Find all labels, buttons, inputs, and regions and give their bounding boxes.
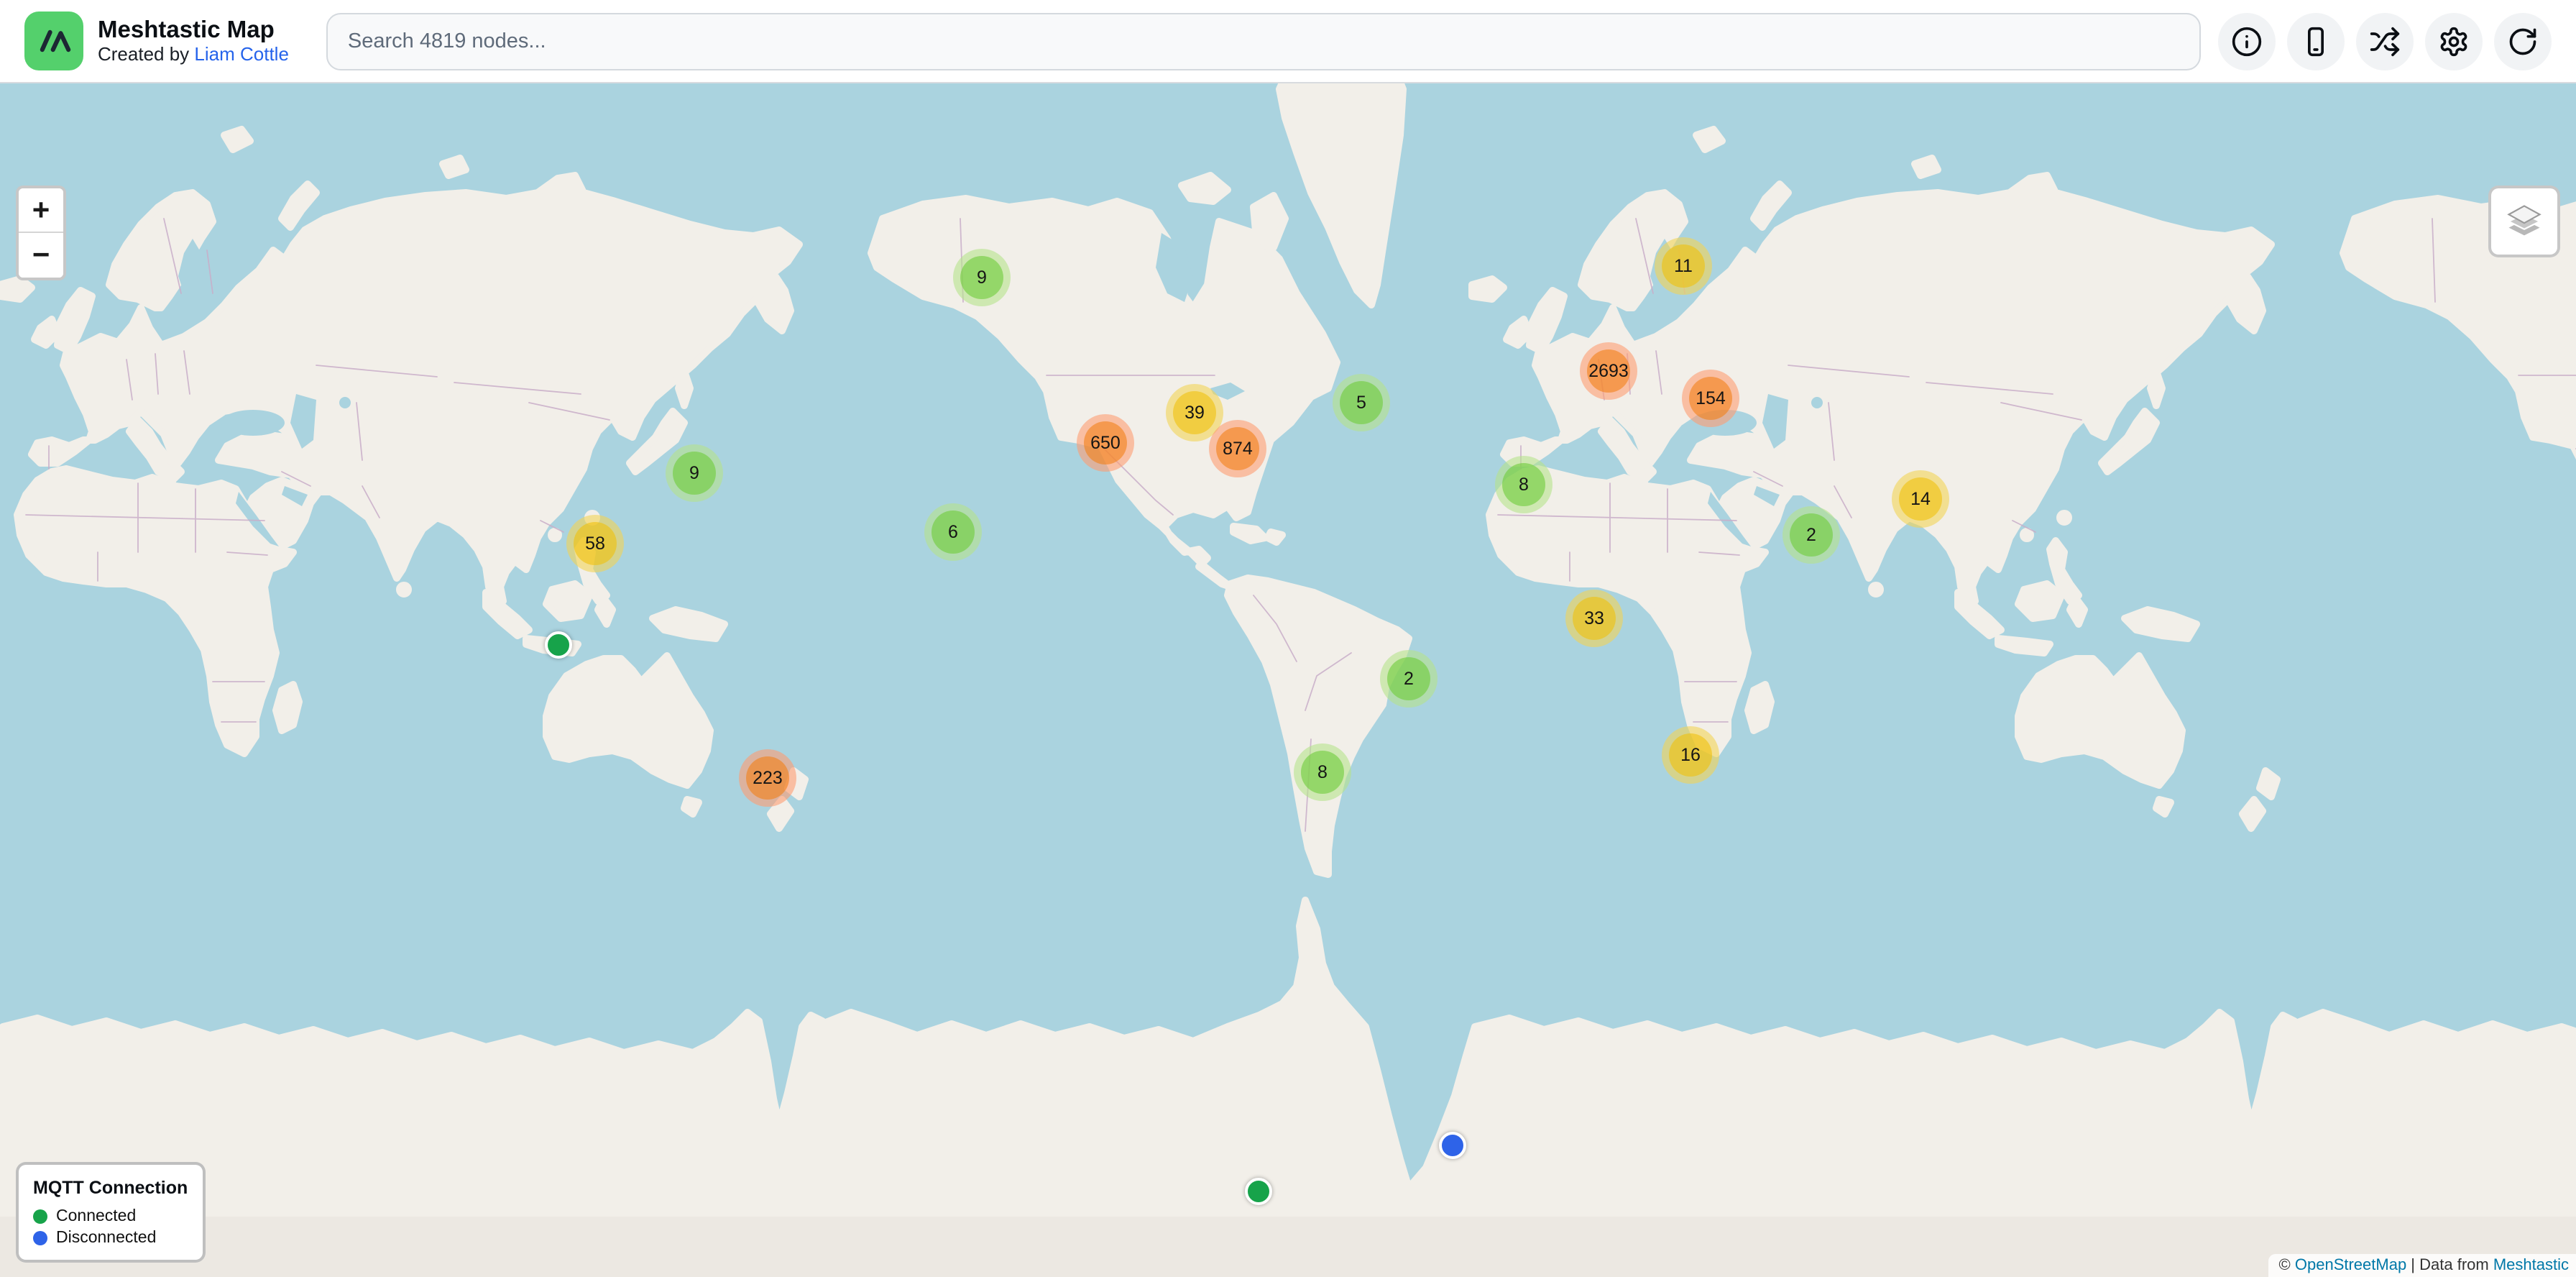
legend-dot-icon [33,1209,47,1224]
cluster-count: 874 [1216,427,1259,470]
app-title: Meshtastic Map [98,17,289,44]
cluster-count: 5 [1340,381,1383,424]
legend-item: Connected [33,1208,188,1225]
zoom-in-button[interactable]: + [19,188,63,233]
cluster-count: 8 [1301,751,1344,794]
node-cluster-northwest-africa[interactable]: 8 [1495,456,1552,513]
cluster-count: 58 [574,522,617,565]
title-block: Meshtastic Map Created by Liam Cottle [98,17,289,65]
cluster-count: 14 [1899,477,1942,521]
cluster-count: 8 [1502,463,1545,506]
legend-item: Disconnected [33,1230,188,1247]
layers-control[interactable] [2488,186,2560,257]
refresh-icon [2507,25,2539,57]
node-cluster-us-east[interactable]: 874 [1209,420,1266,477]
shuffle-icon [2369,25,2401,57]
map-attribution: © OpenStreetMap | Data from Meshtastic [2269,1254,2576,1277]
cluster-count: 33 [1573,597,1616,640]
mountain-logo-icon [34,22,73,60]
byline-prefix: Created by [98,42,194,64]
search-wrap [326,12,2201,70]
attribution-copyright: © [2279,1257,2295,1274]
attribution-middle: | Data from [2406,1257,2493,1274]
cluster-count: 16 [1669,733,1712,777]
cluster-count: 11 [1662,244,1705,288]
top-bar: Meshtastic Map Created by Liam Cottle [0,0,2576,83]
random-node-button[interactable] [2356,12,2414,70]
openstreetmap-link[interactable]: OpenStreetMap [2295,1257,2406,1274]
layers-icon [2504,201,2544,242]
node-cluster-arabia[interactable]: 2 [1782,506,1840,564]
node-cluster-us-west[interactable]: 650 [1077,414,1134,472]
meshtastic-map-app: + − MQTT Connection Connected Disconnecte… [0,0,2576,1277]
node-cluster-japan[interactable]: 9 [666,444,723,502]
cluster-count: 223 [746,756,789,800]
node-cluster-alaska[interactable]: 9 [953,249,1011,306]
node-cluster-eastern-europe[interactable]: 154 [1682,370,1739,427]
mobile-app-button[interactable] [2287,12,2345,70]
cluster-count: 39 [1173,391,1216,434]
legend-title: MQTT Connection [33,1178,188,1198]
smartphone-icon [2300,25,2332,57]
byline: Created by Liam Cottle [98,44,289,65]
legend-dot-icon [33,1231,47,1245]
cluster-count: 2 [1790,513,1833,557]
cluster-count: 2693 [1587,349,1630,393]
cluster-count: 6 [932,511,975,554]
legend-label: Connected [56,1208,136,1225]
node-cluster-pacific[interactable]: 6 [924,503,982,561]
cluster-count: 9 [960,256,1003,299]
author-link[interactable]: Liam Cottle [194,42,289,64]
node-cluster-india[interactable]: 14 [1892,470,1949,528]
header-buttons [2218,12,2552,70]
cluster-count: 2 [1387,657,1430,700]
node-cluster-southeast-asia[interactable]: 58 [566,515,624,572]
legend-label: Disconnected [56,1230,156,1247]
node-cluster-southern-africa[interactable]: 16 [1662,726,1719,784]
world-map[interactable]: + − MQTT Connection Connected Disconnecte… [0,83,2576,1277]
node-marker-connected[interactable] [545,631,572,659]
info-button[interactable] [2218,12,2276,70]
mqtt-legend: MQTT Connection Connected Disconnected [16,1162,206,1263]
node-marker-disconnected[interactable] [1439,1132,1466,1159]
node-cluster-western-europe[interactable]: 2693 [1580,342,1637,400]
refresh-button[interactable] [2494,12,2552,70]
node-cluster-canada-maritimes[interactable]: 5 [1333,374,1390,431]
node-cluster-gulf-of-guinea[interactable]: 33 [1565,590,1623,647]
node-cluster-brazil[interactable]: 2 [1380,650,1438,708]
node-marker-connected[interactable] [1245,1178,1272,1205]
node-cluster-australia[interactable]: 223 [739,749,796,807]
gear-icon [2438,25,2470,57]
cluster-count: 154 [1689,377,1732,420]
settings-button[interactable] [2425,12,2483,70]
ice-shelf-band [0,1217,2576,1277]
cluster-count: 9 [673,452,716,495]
zoom-control: + − [16,186,66,280]
meshtastic-link[interactable]: Meshtastic [2493,1257,2569,1274]
info-icon [2231,25,2263,57]
cluster-count: 650 [1084,421,1127,464]
meshtastic-logo [24,12,83,70]
search-input[interactable] [326,12,2201,70]
zoom-out-button[interactable]: − [19,233,63,278]
map-tiles [0,83,2576,1277]
node-cluster-scandinavia[interactable]: 11 [1655,237,1712,295]
node-cluster-argentina[interactable]: 8 [1294,743,1351,801]
